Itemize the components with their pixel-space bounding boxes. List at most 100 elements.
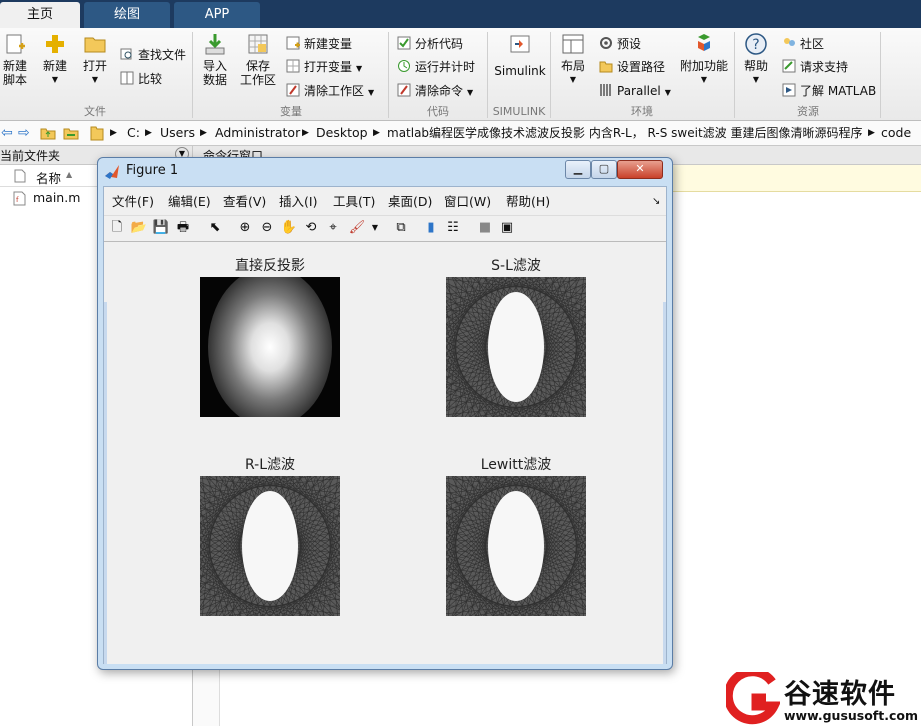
- brush-icon[interactable]: 🖌: [348, 219, 366, 237]
- code-group-label: 代码: [427, 105, 449, 118]
- data-cursor-icon[interactable]: ⌖: [324, 219, 342, 237]
- find-files-button[interactable]: 查找文件: [120, 46, 186, 64]
- layout-button[interactable]: 布局 ▼: [558, 32, 588, 87]
- ribbon-divider: [880, 32, 881, 118]
- brush-dropdown-icon[interactable]: ▼: [366, 219, 384, 237]
- gear-icon: [600, 37, 612, 49]
- breadcrumb-users[interactable]: Users: [160, 121, 195, 145]
- menu-file[interactable]: 文件(F): [112, 193, 154, 211]
- breadcrumb-project-folder[interactable]: matlab编程医学成像技术滤波反投影 内含R-L， R-S sweit滤波 重…: [387, 121, 867, 145]
- compare-button[interactable]: 比较: [120, 70, 162, 88]
- learn-matlab-label: 了解 MATLAB: [800, 84, 877, 98]
- request-support-button[interactable]: 请求支持: [782, 58, 848, 76]
- analyze-code-icon: [397, 36, 411, 50]
- watermark-brand: 谷速软件: [784, 679, 896, 710]
- forward-arrow-icon[interactable]: ⇨: [18, 121, 30, 145]
- hide-plot-tools-icon[interactable]: ■: [476, 219, 494, 237]
- zoom-in-icon[interactable]: ⊕: [236, 219, 254, 237]
- back-arrow-icon[interactable]: ⇦: [1, 121, 13, 145]
- rotate-3d-icon[interactable]: ⟲: [302, 219, 320, 237]
- open-variable-label: 打开变量: [304, 60, 353, 74]
- insert-colorbar-icon[interactable]: ▮: [422, 219, 440, 237]
- analyze-code-button[interactable]: 分析代码: [397, 35, 463, 53]
- tab-apps[interactable]: APP: [174, 2, 260, 28]
- ribbon-divider: [388, 32, 389, 118]
- simulink-icon: [510, 35, 530, 53]
- new-script-label: 新建 脚本: [2, 59, 27, 87]
- compare-icon: [120, 71, 134, 85]
- new-figure-icon[interactable]: 🗋: [108, 219, 126, 237]
- menu-view[interactable]: 查看(V): [223, 193, 266, 211]
- browse-folder-icon[interactable]: [63, 121, 79, 145]
- tab-plots[interactable]: 绘图: [84, 2, 170, 28]
- new-variable-icon: [286, 36, 300, 50]
- menu-help[interactable]: 帮助(H): [506, 193, 550, 211]
- open-file-icon[interactable]: 📂: [130, 219, 148, 237]
- parallel-icon: [600, 84, 611, 96]
- save-workspace-button[interactable]: 保存 工作区: [240, 32, 276, 87]
- layout-label: 布局: [560, 59, 585, 73]
- clear-workspace-icon: [286, 83, 300, 97]
- new-button[interactable]: 新建 ▼: [38, 32, 72, 87]
- open-variable-button[interactable]: 打开变量 ▼: [286, 58, 362, 76]
- m-file-icon: f: [13, 191, 26, 206]
- crumb-separator-icon: ▶: [145, 128, 152, 138]
- up-folder-icon[interactable]: [40, 121, 56, 145]
- plus-icon: [46, 35, 64, 53]
- print-icon[interactable]: 🖶: [174, 219, 192, 237]
- simulink-group-label: SIMULINK: [492, 105, 546, 118]
- help-button[interactable]: ? 帮助 ▼: [740, 32, 772, 87]
- maximize-button[interactable]: ▢: [591, 160, 617, 179]
- preferences-button[interactable]: 预设: [599, 35, 641, 53]
- community-icon: [784, 38, 795, 46]
- run-and-time-label: 运行并计时: [415, 60, 476, 74]
- zoom-out-icon[interactable]: ⊖: [258, 219, 276, 237]
- save-icon[interactable]: 💾: [152, 219, 170, 237]
- clear-workspace-button[interactable]: 清除工作区 ▼: [286, 82, 374, 100]
- menu-overflow-icon[interactable]: ↘: [652, 193, 660, 211]
- breadcrumb-code[interactable]: code: [881, 121, 911, 145]
- new-dropdown-icon: ▼: [51, 75, 59, 84]
- add-ons-icon: [698, 34, 710, 51]
- edit-plot-icon[interactable]: ⬉: [206, 219, 224, 237]
- breadcrumb-administrator[interactable]: Administrator: [215, 121, 300, 145]
- import-data-button[interactable]: 导入 数据: [198, 32, 232, 87]
- breadcrumb-drive[interactable]: C:: [127, 121, 140, 145]
- clear-commands-button[interactable]: 清除命令 ▼: [397, 82, 473, 100]
- link-plot-icon[interactable]: ⧉: [392, 219, 410, 237]
- learn-matlab-button[interactable]: 了解 MATLAB: [782, 82, 876, 100]
- close-button[interactable]: ✕: [617, 160, 663, 179]
- plot-title-direct-backprojection: 直接反投影: [235, 258, 305, 274]
- parallel-label: Parallel: [617, 84, 661, 98]
- menu-edit[interactable]: 编辑(E): [168, 193, 211, 211]
- community-button[interactable]: 社区: [782, 35, 824, 53]
- menu-window[interactable]: 窗口(W): [444, 193, 491, 211]
- breadcrumb-desktop[interactable]: Desktop: [316, 121, 368, 145]
- menu-tools[interactable]: 工具(T): [333, 193, 375, 211]
- menu-insert[interactable]: 插入(I): [279, 193, 317, 211]
- folder-icon: [84, 37, 106, 53]
- insert-legend-icon[interactable]: ☷: [444, 219, 462, 237]
- find-files-label: 查找文件: [138, 48, 187, 62]
- open-button[interactable]: 打开 ▼: [80, 32, 110, 87]
- add-ons-button[interactable]: 附加功能 ▼: [680, 32, 728, 87]
- plot-title-sl-filter: S-L滤波: [491, 258, 541, 274]
- new-variable-button[interactable]: 新建变量: [286, 35, 352, 53]
- save-workspace-label: 保存 工作区: [240, 59, 277, 87]
- show-plot-tools-icon[interactable]: ▣: [498, 219, 516, 237]
- minimize-button[interactable]: ▁: [565, 160, 591, 179]
- pan-icon[interactable]: ✋: [280, 219, 298, 237]
- analyze-code-label: 分析代码: [415, 37, 464, 51]
- tab-home[interactable]: 主页: [0, 2, 80, 28]
- menu-desktop[interactable]: 桌面(D): [388, 193, 432, 211]
- set-path-button[interactable]: 设置路径: [599, 58, 665, 76]
- new-script-button[interactable]: 新建 脚本: [0, 32, 30, 87]
- canvas-left-edge: [104, 302, 107, 664]
- run-and-time-button[interactable]: 运行并计时: [397, 58, 475, 76]
- request-support-label: 请求支持: [800, 60, 849, 74]
- column-name[interactable]: 名称: [36, 168, 61, 187]
- parallel-button[interactable]: Parallel ▼: [599, 82, 671, 100]
- current-folder-title: 当前文件夹: [0, 149, 61, 163]
- simulink-button[interactable]: Simulink: [494, 32, 546, 78]
- ribbon-divider: [192, 32, 193, 118]
